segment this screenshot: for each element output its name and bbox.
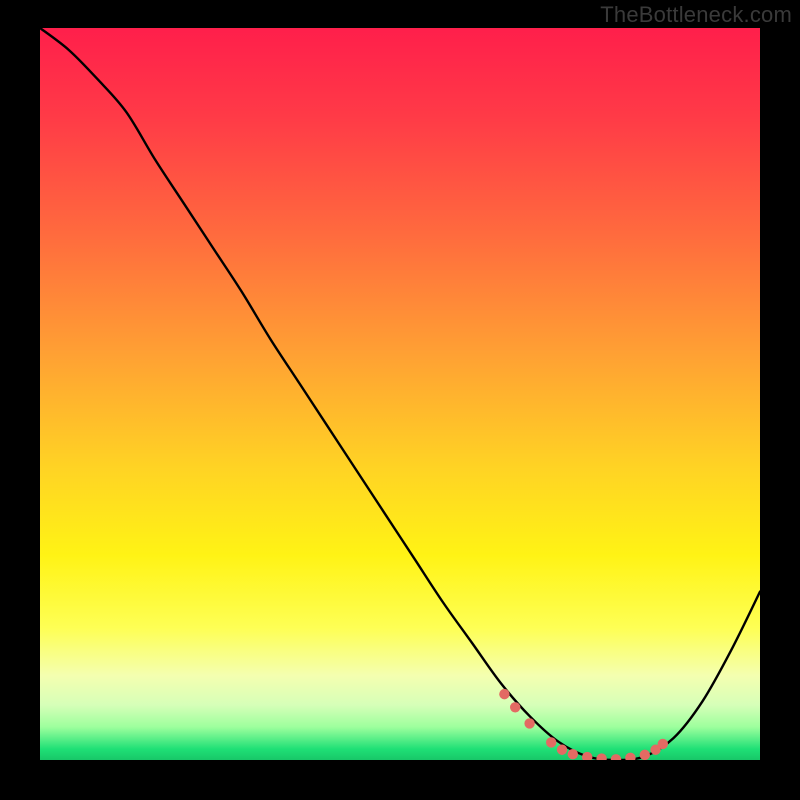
marker-dot [658,739,668,749]
marker-dot [640,750,650,760]
marker-dot [557,745,567,755]
plot-area [40,28,760,760]
marker-dot [510,702,520,712]
chart-svg [40,28,760,760]
marker-dot [568,749,578,759]
chart-frame: TheBottleneck.com [0,0,800,800]
marker-dot [499,689,509,699]
watermark-text: TheBottleneck.com [600,2,792,28]
gradient-background [40,28,760,760]
marker-dot [546,737,556,747]
marker-dot [524,718,534,728]
